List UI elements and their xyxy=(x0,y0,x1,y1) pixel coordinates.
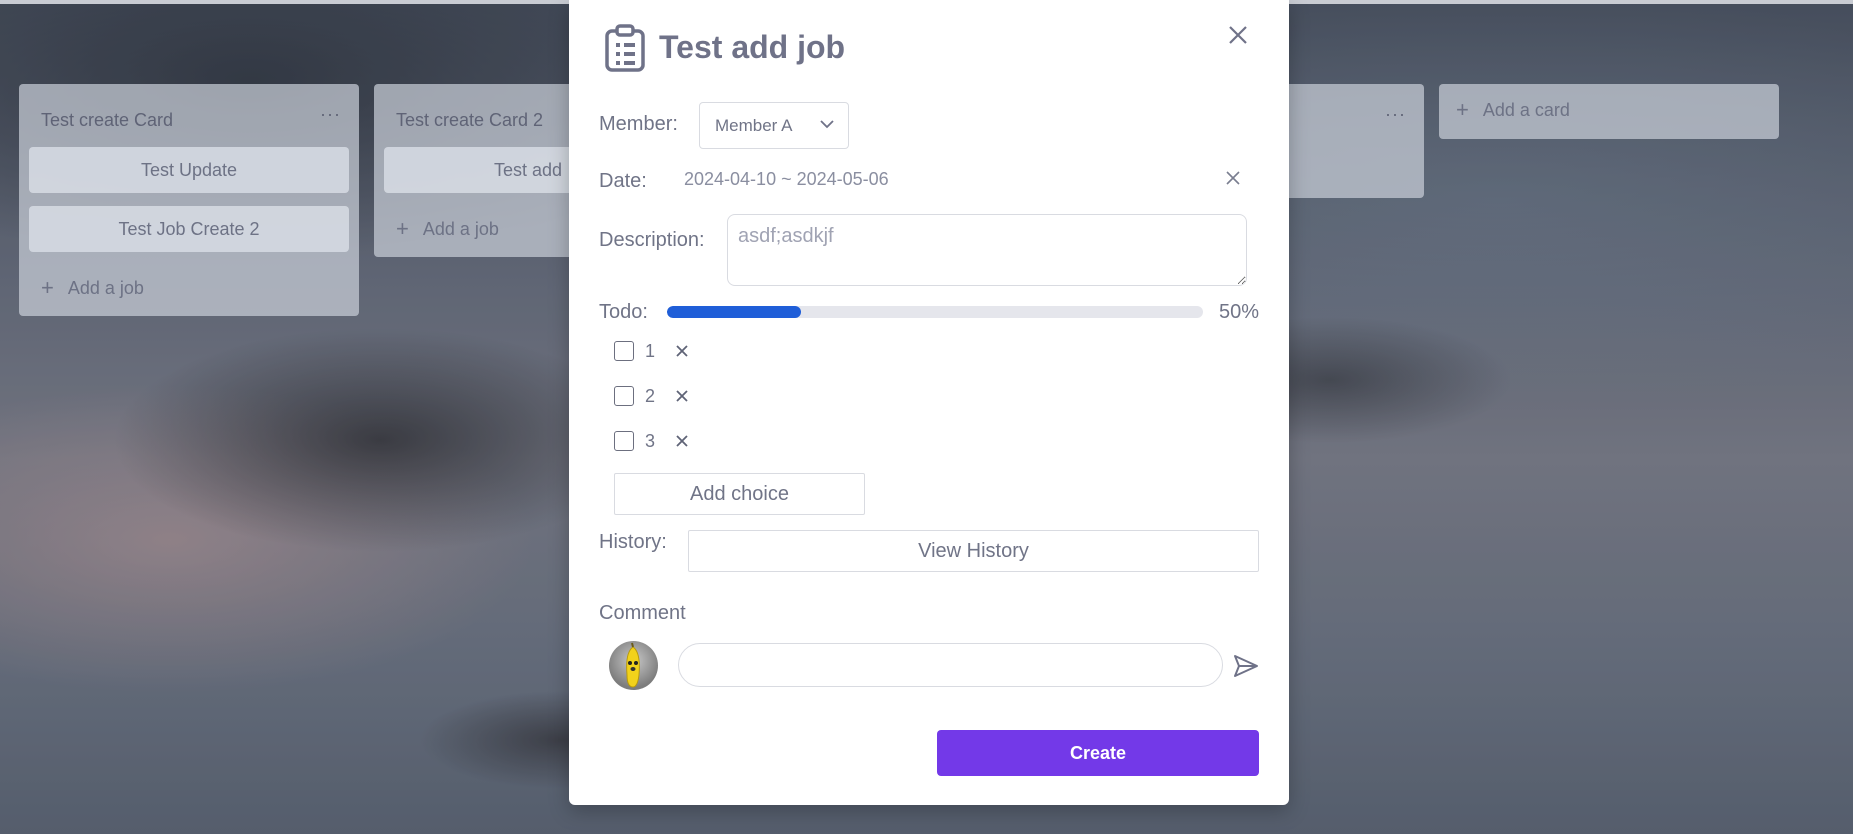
delete-todo-icon[interactable] xyxy=(675,434,689,448)
add-card-button[interactable]: + Add a card xyxy=(1439,84,1779,139)
member-value: Member A xyxy=(715,115,793,135)
plus-icon: + xyxy=(396,216,409,241)
plus-icon: + xyxy=(41,275,54,300)
add-job-button[interactable]: + Add a job xyxy=(396,218,499,240)
todo-item: 3 xyxy=(614,429,689,453)
todo-item: 2 xyxy=(614,384,689,408)
ellipsis-icon[interactable]: ··· xyxy=(320,104,341,125)
todo-text: 1 xyxy=(645,340,656,361)
member-label: Member: xyxy=(599,113,678,135)
todo-progress-text: 50% xyxy=(1218,301,1259,323)
add-card-label: Add a card xyxy=(1482,99,1570,120)
delete-todo-icon[interactable] xyxy=(675,389,689,403)
close-icon[interactable] xyxy=(1227,24,1249,46)
create-button[interactable]: Create xyxy=(937,730,1259,776)
job-card-label: Test add xyxy=(494,159,563,180)
clipboard-list-icon xyxy=(605,24,645,72)
date-range-picker[interactable]: 2024-04-10 ~ 2024-05-06 xyxy=(684,169,889,190)
clear-date-icon[interactable] xyxy=(1225,170,1241,186)
view-history-button[interactable]: View History xyxy=(688,530,1259,572)
delete-todo-icon[interactable] xyxy=(675,344,689,358)
todo-label: Todo: xyxy=(599,301,648,323)
todo-checkbox[interactable] xyxy=(614,386,634,406)
job-card[interactable]: Test Update xyxy=(29,147,349,193)
todo-checkbox[interactable] xyxy=(614,341,634,361)
date-label: Date: xyxy=(599,170,647,192)
history-label: History: xyxy=(599,531,667,553)
comment-label: Comment xyxy=(599,602,686,624)
todo-progress-fill xyxy=(667,306,801,318)
send-icon[interactable] xyxy=(1233,654,1259,678)
description-label: Description: xyxy=(599,229,705,251)
description-textarea[interactable] xyxy=(727,214,1247,286)
modal-title: Test add job xyxy=(659,29,846,65)
list-title: Test create Card xyxy=(41,110,174,130)
job-modal: Test add job Member: Member A Date: 2024… xyxy=(569,0,1289,805)
chevron-down-icon xyxy=(820,120,834,129)
add-job-label: Add a job xyxy=(422,218,499,239)
todo-progress-bar xyxy=(667,306,1203,318)
comment-input[interactable] xyxy=(678,643,1223,687)
member-select[interactable]: Member A xyxy=(699,102,849,149)
board-list: Test create Card ··· Test Update Test Jo… xyxy=(19,84,359,316)
plus-icon: + xyxy=(1456,97,1469,122)
todo-checkbox[interactable] xyxy=(614,431,634,451)
todo-item: 1 xyxy=(614,339,689,363)
ellipsis-icon[interactable]: ··· xyxy=(1385,104,1406,125)
todo-text: 2 xyxy=(645,385,656,406)
job-card[interactable]: Test Job Create 2 xyxy=(29,206,349,252)
add-job-button[interactable]: + Add a job xyxy=(41,277,144,299)
list-title: Test create Card 2 xyxy=(396,110,544,130)
add-choice-button[interactable]: Add choice xyxy=(614,473,865,515)
todo-text: 3 xyxy=(645,430,656,451)
avatar xyxy=(609,641,658,690)
add-job-label: Add a job xyxy=(67,277,144,298)
